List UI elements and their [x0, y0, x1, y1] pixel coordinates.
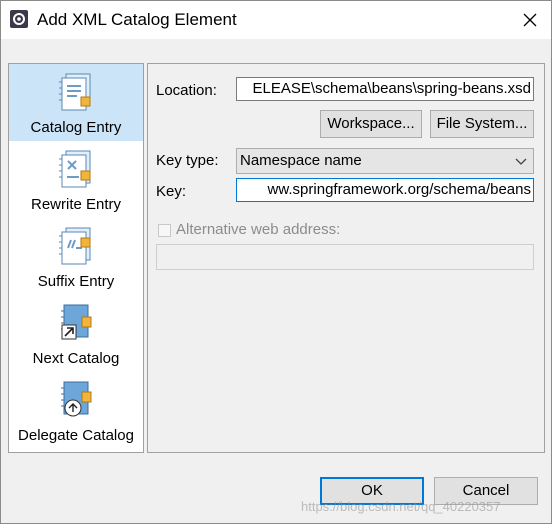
close-icon: [523, 13, 537, 27]
dialog-window: Add XML Catalog Element Catalog Entry Re…: [0, 0, 552, 524]
delegate-catalog-icon: [61, 381, 92, 417]
sidebar-item-suffix-entry[interactable]: Suffix Entry: [9, 218, 143, 295]
sidebar-item-label: Catalog Entry: [30, 119, 122, 136]
rewrite-entry-icon: [59, 150, 91, 188]
suffix-entry-icon: [59, 227, 91, 265]
chevron-down-icon: [515, 158, 527, 165]
sidebar-item-catalog-entry[interactable]: Catalog Entry: [9, 64, 143, 141]
alternative-web-address-checkbox[interactable]: [158, 224, 171, 237]
workspace-button[interactable]: Workspace...: [320, 110, 422, 138]
location-field[interactable]: ELEASE\schema\beans\spring-beans.xsd: [236, 77, 534, 101]
close-button[interactable]: [513, 3, 547, 37]
key-label: Key:: [156, 183, 187, 200]
alternative-web-address-label: Alternative web address:: [176, 221, 341, 238]
next-catalog-icon: [61, 304, 92, 340]
key-field[interactable]: ww.springframework.org/schema/beans: [236, 178, 534, 202]
title-bar: Add XML Catalog Element: [1, 1, 551, 39]
sidebar-item-delegate-catalog[interactable]: Delegate Catalog: [9, 372, 143, 449]
catalog-entry-form: Location: ELEASE\schema\beans\spring-bea…: [147, 63, 545, 453]
key-value: ww.springframework.org/schema/beans: [267, 181, 531, 198]
file-system-button[interactable]: File System...: [430, 110, 534, 138]
eclipse-gear-icon: [10, 10, 28, 28]
location-value: ELEASE\schema\beans\spring-beans.xsd: [252, 80, 532, 97]
sidebar-item-rewrite-entry[interactable]: Rewrite Entry: [9, 141, 143, 218]
sidebar-item-label: Rewrite Entry: [30, 196, 122, 213]
sidebar-item-label: Delegate Catalog: [18, 427, 134, 444]
watermark-text: https://blog.csdn.net/qq_40220357: [301, 499, 501, 514]
key-type-select[interactable]: Namespace name: [236, 148, 534, 174]
key-type-value: Namespace name: [240, 152, 362, 169]
catalog-element-type-list: Catalog Entry Rewrite Entry Suffix Entry…: [8, 63, 144, 453]
sidebar-item-next-catalog[interactable]: Next Catalog: [9, 295, 143, 372]
dialog-title: Add XML Catalog Element: [37, 10, 237, 29]
alternative-web-address-field[interactable]: [156, 244, 534, 270]
sidebar-item-label: Next Catalog: [32, 350, 120, 367]
sidebar-item-label: Suffix Entry: [37, 273, 115, 290]
location-label: Location:: [156, 82, 217, 99]
key-type-label: Key type:: [156, 152, 219, 169]
catalog-entry-icon: [59, 73, 91, 111]
